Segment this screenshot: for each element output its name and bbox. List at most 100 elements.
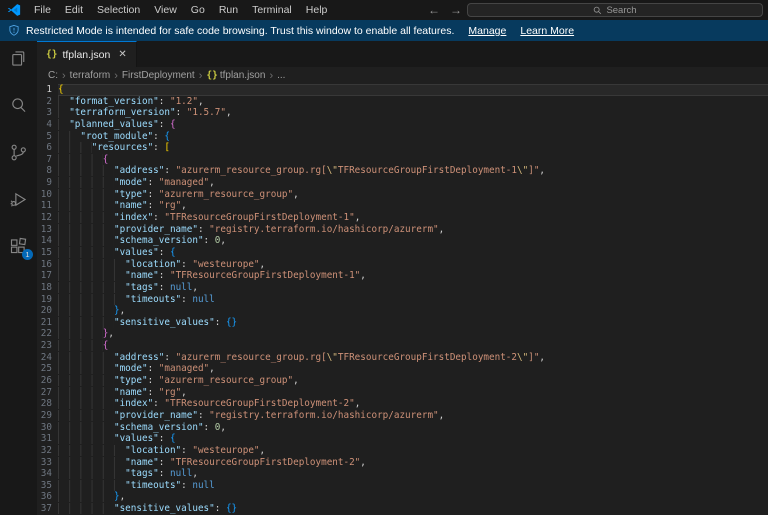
breadcrumb-item-c-[interactable]: C: xyxy=(48,70,58,81)
code-line[interactable]: 15 "values": { xyxy=(37,247,768,259)
code-line[interactable]: 19 "timeouts": null xyxy=(37,294,768,306)
code-token: , xyxy=(293,189,299,200)
code-token: ]" xyxy=(528,165,539,176)
code-line[interactable]: 20 }, xyxy=(37,305,768,317)
code-line[interactable]: 7 { xyxy=(37,154,768,166)
search-sidebar-icon[interactable] xyxy=(8,95,29,116)
code-token: "format_version" xyxy=(69,96,159,107)
explorer-icon[interactable] xyxy=(8,48,29,69)
menu-item-edit[interactable]: Edit xyxy=(58,0,90,20)
code-token: "azurerm_resource_group.rg[ xyxy=(176,352,327,363)
code-line[interactable]: 3 "terraform_version": "1.5.7", xyxy=(37,107,768,119)
code-line-content: "provider_name": "registry.terraform.io/… xyxy=(58,224,768,236)
menu-item-go[interactable]: Go xyxy=(184,0,212,20)
line-number: 12 xyxy=(37,212,52,224)
run-and-debug-icon[interactable] xyxy=(8,189,29,210)
code-editor[interactable]: 1{2 "format_version": "1.2",3 "terraform… xyxy=(37,84,768,515)
code-line[interactable]: 23 { xyxy=(37,340,768,352)
indent-guides xyxy=(58,131,80,142)
code-line[interactable]: 27 "name": "rg", xyxy=(37,387,768,399)
menu-item-selection[interactable]: Selection xyxy=(90,0,147,20)
code-line-content: "type": "azurerm_resource_group", xyxy=(58,189,768,201)
code-line[interactable]: 36 }, xyxy=(37,491,768,503)
code-line-content: "timeouts": null xyxy=(58,294,768,306)
chevron-right-icon: › xyxy=(199,70,203,82)
history-nav: ← → xyxy=(428,0,462,20)
code-token: "managed" xyxy=(159,363,209,374)
breadcrumb-item-firstdeployment[interactable]: FirstDeployment xyxy=(122,70,195,81)
code-line[interactable]: 16 "location": "westeurope", xyxy=(37,259,768,271)
code-token: : xyxy=(148,363,159,374)
code-line[interactable]: 2 "format_version": "1.2", xyxy=(37,96,768,108)
code-line[interactable]: 30 "schema_version": 0, xyxy=(37,422,768,434)
code-line[interactable]: 1{ xyxy=(37,84,768,96)
line-number: 19 xyxy=(37,294,52,306)
code-line[interactable]: 6 "resources": [ xyxy=(37,142,768,154)
code-line[interactable]: 4 "planned_values": { xyxy=(37,119,768,131)
vscode-logo-icon xyxy=(7,3,21,17)
code-line-content: }, xyxy=(58,328,768,340)
code-line-content: "name": "TFResourceGroupFirstDeployment-… xyxy=(58,457,768,469)
code-line-content: "format_version": "1.2", xyxy=(58,96,768,108)
code-token: [ xyxy=(164,142,170,153)
breadcrumb-item-terraform[interactable]: terraform xyxy=(70,70,111,81)
code-token: "name" xyxy=(114,387,148,398)
code-line[interactable]: 8 "address": "azurerm_resource_group.rg[… xyxy=(37,165,768,177)
code-line[interactable]: 37 "sensitive_values": {} xyxy=(37,503,768,515)
menu-item-run[interactable]: Run xyxy=(212,0,245,20)
breadcrumb-item--[interactable]: ... xyxy=(277,70,285,81)
code-line[interactable]: 31 "values": { xyxy=(37,433,768,445)
code-line[interactable]: 24 "address": "azurerm_resource_group.rg… xyxy=(37,352,768,364)
menu-item-view[interactable]: View xyxy=(147,0,184,20)
tab-tfplan-json[interactable]: {} tfplan.json ✕ xyxy=(37,41,137,67)
code-token: : xyxy=(204,235,215,246)
code-line-content: "schema_version": 0, xyxy=(58,422,768,434)
banner-learn-more-link[interactable]: Learn More xyxy=(520,25,574,37)
code-token: "TFResourceGroupFirstDeployment-2" xyxy=(170,457,360,468)
forward-arrow-icon[interactable]: → xyxy=(450,3,462,17)
code-line[interactable]: 13 "provider_name": "registry.terraform.… xyxy=(37,224,768,236)
breadcrumb-item-tfplan-json[interactable]: {}tfplan.json xyxy=(206,70,265,81)
menu-item-help[interactable]: Help xyxy=(299,0,335,20)
code-line[interactable]: 28 "index": "TFResourceGroupFirstDeploym… xyxy=(37,398,768,410)
code-token: \" xyxy=(517,352,528,363)
code-line[interactable]: 29 "provider_name": "registry.terraform.… xyxy=(37,410,768,422)
code-line[interactable]: 9 "mode": "managed", xyxy=(37,177,768,189)
line-number: 17 xyxy=(37,270,52,282)
close-tab-icon[interactable]: ✕ xyxy=(118,49,126,60)
code-line[interactable]: 33 "name": "TFResourceGroupFirstDeployme… xyxy=(37,457,768,469)
code-line[interactable]: 18 "tags": null, xyxy=(37,282,768,294)
menu-item-terminal[interactable]: Terminal xyxy=(245,0,299,20)
line-number: 27 xyxy=(37,387,52,399)
code-line[interactable]: 32 "location": "westeurope", xyxy=(37,445,768,457)
code-token: \" xyxy=(327,165,338,176)
banner-manage-link[interactable]: Manage xyxy=(468,25,506,37)
code-line[interactable]: 34 "tags": null, xyxy=(37,468,768,480)
code-line[interactable]: 35 "timeouts": null xyxy=(37,480,768,492)
line-number: 33 xyxy=(37,457,52,469)
code-token: null xyxy=(170,468,192,479)
code-line[interactable]: 5 "root_module": { xyxy=(37,131,768,143)
indent-guides xyxy=(58,433,114,444)
back-arrow-icon[interactable]: ← xyxy=(428,3,440,17)
code-token: : xyxy=(181,445,192,456)
code-line[interactable]: 11 "name": "rg", xyxy=(37,200,768,212)
code-line[interactable]: 17 "name": "TFResourceGroupFirstDeployme… xyxy=(37,270,768,282)
extensions-icon[interactable]: 1 xyxy=(8,236,29,257)
indent-guides xyxy=(58,305,114,316)
code-line[interactable]: 14 "schema_version": 0, xyxy=(37,235,768,247)
code-line[interactable]: 10 "type": "azurerm_resource_group", xyxy=(37,189,768,201)
code-line[interactable]: 12 "index": "TFResourceGroupFirstDeploym… xyxy=(37,212,768,224)
code-line[interactable]: 26 "type": "azurerm_resource_group", xyxy=(37,375,768,387)
code-token: "location" xyxy=(125,445,181,456)
menu-item-file[interactable]: File xyxy=(27,0,58,20)
source-control-icon[interactable] xyxy=(8,142,29,163)
code-line[interactable]: 22 }, xyxy=(37,328,768,340)
code-line[interactable]: 21 "sensitive_values": {} xyxy=(37,317,768,329)
code-token: , xyxy=(260,445,266,456)
indent-guides xyxy=(58,282,125,293)
line-number: 1 xyxy=(37,84,52,96)
code-token: \" xyxy=(517,165,528,176)
command-center-search[interactable]: Search xyxy=(467,3,763,17)
code-line[interactable]: 25 "mode": "managed", xyxy=(37,363,768,375)
